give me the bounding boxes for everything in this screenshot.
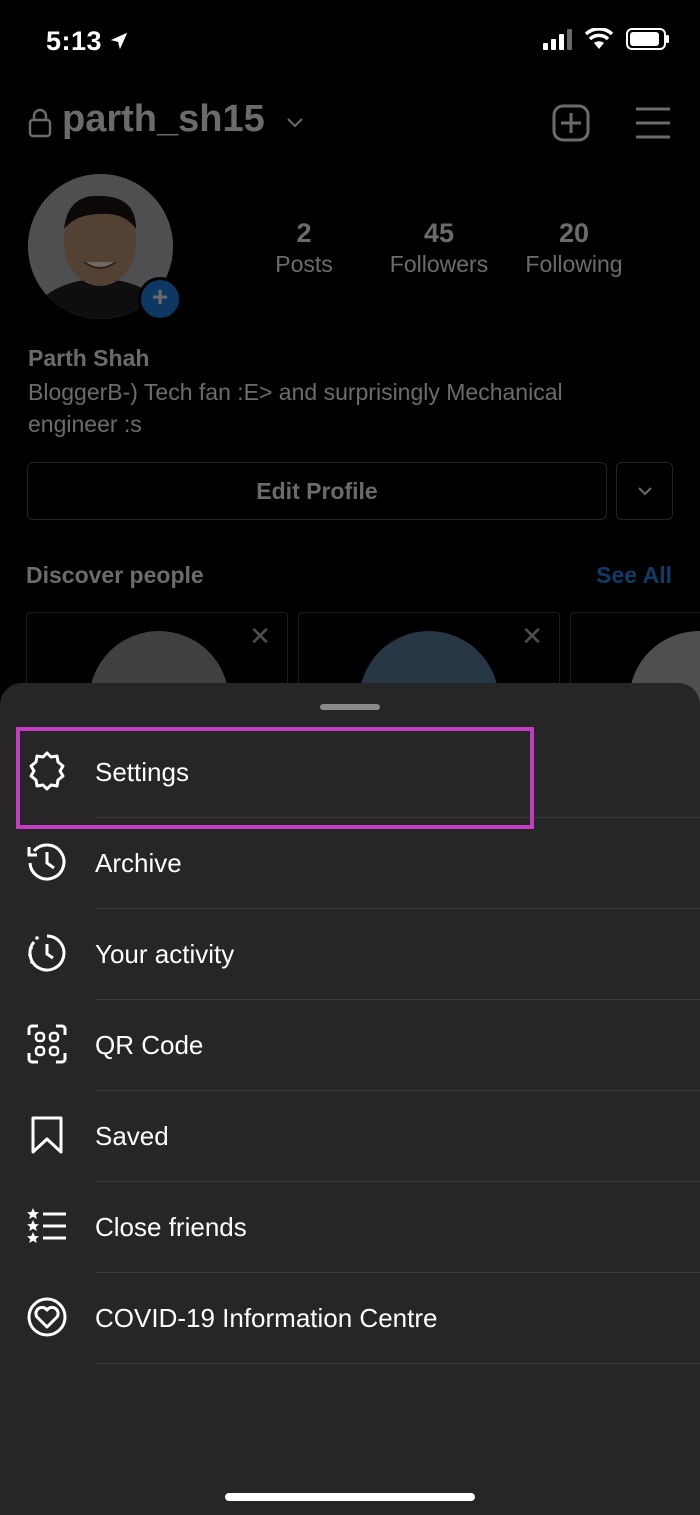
activity-icon: [28, 934, 66, 972]
menu-item-label: Saved: [95, 1121, 169, 1151]
edit-profile-button[interactable]: Edit Profile: [27, 462, 607, 520]
covid-info-icon: [27, 1297, 67, 1337]
menu-icon[interactable]: [634, 106, 672, 140]
battery-icon: [626, 28, 669, 50]
lock-icon: [28, 108, 52, 138]
stat-label: Following: [525, 251, 623, 277]
stat-value: 20: [558, 218, 590, 248]
status-indicators: [542, 28, 670, 50]
stat-label: Followers: [389, 251, 489, 277]
menu-item-qr-code[interactable]: QR Code: [0, 1000, 700, 1091]
menu-item-label: QR Code: [95, 1030, 204, 1060]
stat-label: Posts: [275, 251, 333, 277]
location-arrow-icon: [110, 32, 128, 50]
stat-following[interactable]: 20 Following: [504, 218, 644, 278]
chevron-down-icon[interactable]: [286, 116, 304, 130]
menu-item-label: COVID-19 Information Centre: [95, 1303, 438, 1333]
menu-item-saved[interactable]: Saved: [0, 1091, 700, 1182]
chevron-down-icon: [637, 487, 652, 496]
menu-item-your-activity[interactable]: Your activity: [0, 909, 700, 1000]
divider: [95, 1363, 700, 1364]
close-icon[interactable]: ✕: [249, 621, 271, 652]
profile-username[interactable]: parth_sh15: [62, 98, 265, 141]
discover-people-title: Discover people: [26, 562, 204, 588]
suggestions-toggle-button[interactable]: [616, 462, 673, 520]
stat-value: 45: [423, 218, 455, 248]
stat-followers[interactable]: 45 Followers: [369, 218, 509, 278]
bookmark-icon: [31, 1116, 63, 1154]
menu-item-covid-information-centre[interactable]: COVID-19 Information Centre: [0, 1273, 700, 1364]
archive-icon: [27, 843, 66, 881]
qr-code-icon: [27, 1024, 67, 1064]
menu-item-label: Your activity: [95, 939, 235, 969]
status-time: 5:13: [46, 26, 103, 56]
settings-highlight-box: [16, 727, 534, 829]
menu-item-archive[interactable]: Archive: [0, 818, 700, 909]
add-story-button[interactable]: +: [138, 277, 182, 321]
new-post-icon[interactable]: [552, 104, 590, 142]
menu-item-label: Archive: [95, 848, 182, 878]
menu-item-label: Close friends: [95, 1212, 247, 1242]
wifi-icon: [584, 28, 614, 49]
close-icon[interactable]: ✕: [521, 621, 543, 652]
sheet-drag-handle[interactable]: [320, 704, 380, 710]
stat-posts[interactable]: 2 Posts: [234, 218, 374, 278]
profile-full-name: Parth Shah: [28, 345, 150, 371]
menu-item-close-friends[interactable]: Close friends: [0, 1182, 700, 1273]
home-indicator[interactable]: [225, 1493, 475, 1501]
see-all-link[interactable]: See All: [596, 562, 672, 589]
close-friends-icon: [27, 1208, 66, 1243]
profile-bio: BloggerB-) Tech fan :E> and surprisingly…: [28, 379, 563, 437]
stat-value: 2: [296, 218, 312, 248]
cellular-signal-icon: [543, 29, 572, 50]
